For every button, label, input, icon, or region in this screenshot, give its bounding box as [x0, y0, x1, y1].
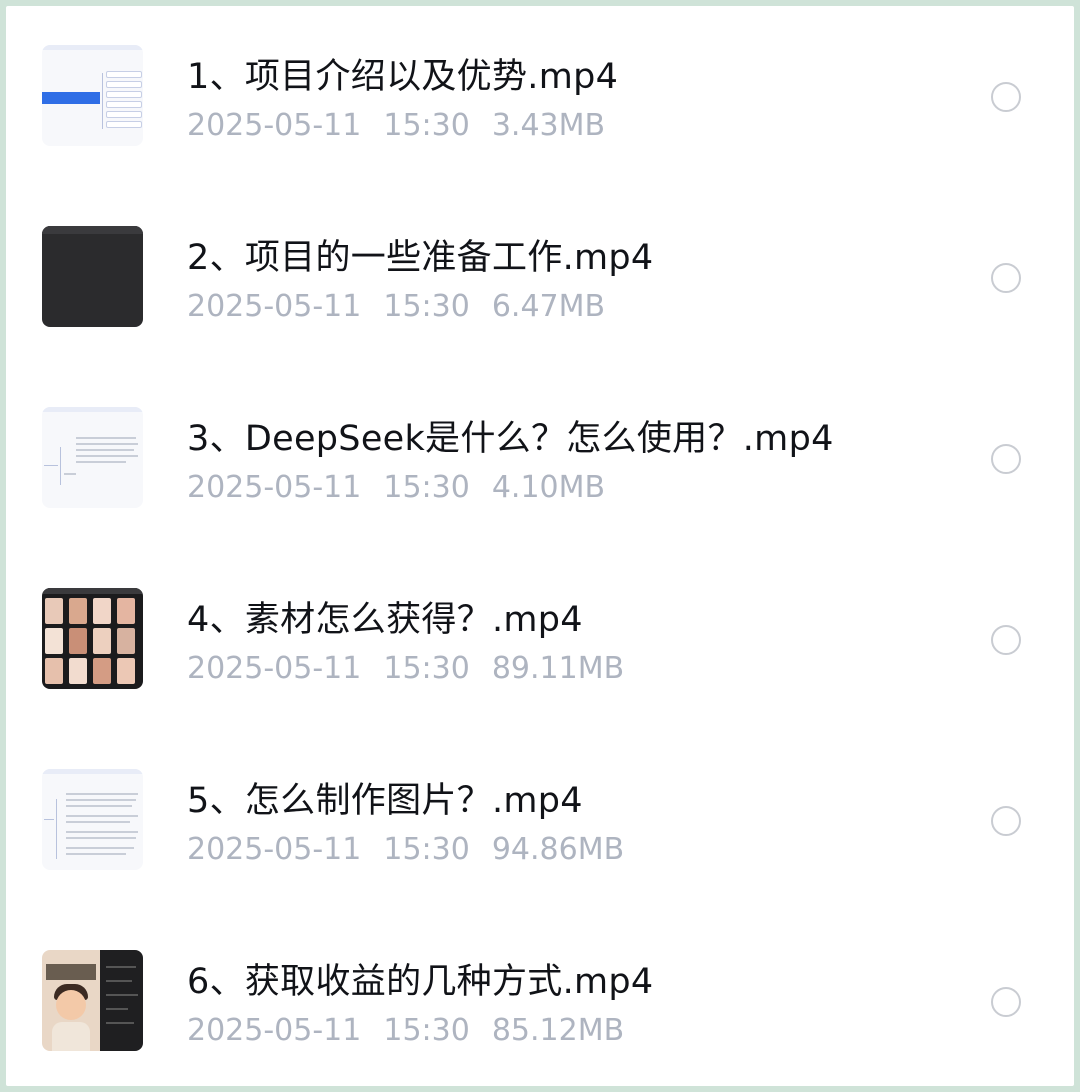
select-radio[interactable] [991, 82, 1021, 112]
file-meta: 2025-05-11 15:30 3.43MB [187, 108, 627, 143]
file-row-3[interactable]: 3、DeepSeek是什么？怎么使用？.mp4 2025-05-11 15:30 4… [6, 368, 1074, 549]
video-thumbnail [42, 407, 143, 508]
file-title: 1、项目介绍以及优势.mp4 [187, 57, 619, 97]
file-size: 89.11MB [491, 651, 625, 686]
file-size: 6.47MB [491, 289, 606, 324]
file-date: 2025-05-11 [187, 832, 362, 867]
file-row-1[interactable]: 1、项目介绍以及优势.mp4 2025-05-11 15:30 3.43MB [6, 6, 1074, 187]
file-title: 6、获取收益的几种方式.mp4 [187, 962, 654, 1002]
file-title: 3、DeepSeek是什么？怎么使用？.mp4 [187, 419, 834, 459]
file-date: 2025-05-11 [187, 651, 362, 686]
select-radio[interactable] [991, 987, 1021, 1017]
file-time: 15:30 [383, 651, 470, 686]
file-meta: 2025-05-11 15:30 6.47MB [187, 289, 627, 324]
video-thumbnail [42, 226, 143, 327]
file-time: 15:30 [383, 832, 470, 867]
file-meta: 2025-05-11 15:30 4.10MB [187, 470, 627, 505]
file-size: 94.86MB [491, 832, 625, 867]
video-thumbnail [42, 950, 143, 1051]
file-size: 4.10MB [491, 470, 606, 505]
file-title: 2、项目的一些准备工作.mp4 [187, 238, 654, 278]
file-row-2[interactable]: 2、项目的一些准备工作.mp4 2025-05-11 15:30 6.47MB [6, 187, 1074, 368]
video-thumbnail [42, 588, 143, 689]
file-time: 15:30 [383, 1013, 470, 1048]
file-meta: 2025-05-11 15:30 85.12MB [187, 1013, 646, 1048]
file-title: 5、怎么制作图片？.mp4 [187, 781, 583, 821]
file-row-5[interactable]: 5、怎么制作图片？.mp4 2025-05-11 15:30 94.86MB [6, 730, 1074, 911]
file-meta: 2025-05-11 15:30 89.11MB [187, 651, 646, 686]
file-row-4[interactable]: 4、素材怎么获得？.mp4 2025-05-11 15:30 89.11MB [6, 549, 1074, 730]
file-date: 2025-05-11 [187, 1013, 362, 1048]
file-date: 2025-05-11 [187, 470, 362, 505]
select-radio[interactable] [991, 444, 1021, 474]
file-size: 85.12MB [491, 1013, 625, 1048]
video-thumbnail [42, 769, 143, 870]
file-time: 15:30 [383, 470, 470, 505]
file-list: 1、项目介绍以及优势.mp4 2025-05-11 15:30 3.43MB 2、项… [6, 6, 1074, 1086]
file-time: 15:30 [383, 108, 470, 143]
file-date: 2025-05-11 [187, 108, 362, 143]
file-date: 2025-05-11 [187, 289, 362, 324]
file-time: 15:30 [383, 289, 470, 324]
file-meta: 2025-05-11 15:30 94.86MB [187, 832, 646, 867]
file-size: 3.43MB [491, 108, 606, 143]
file-title: 4、素材怎么获得？.mp4 [187, 600, 583, 640]
file-row-6[interactable]: 6、获取收益的几种方式.mp4 2025-05-11 15:30 85.12MB [6, 911, 1074, 1092]
select-radio[interactable] [991, 806, 1021, 836]
select-radio[interactable] [991, 263, 1021, 293]
select-radio[interactable] [991, 625, 1021, 655]
video-thumbnail [42, 45, 143, 146]
